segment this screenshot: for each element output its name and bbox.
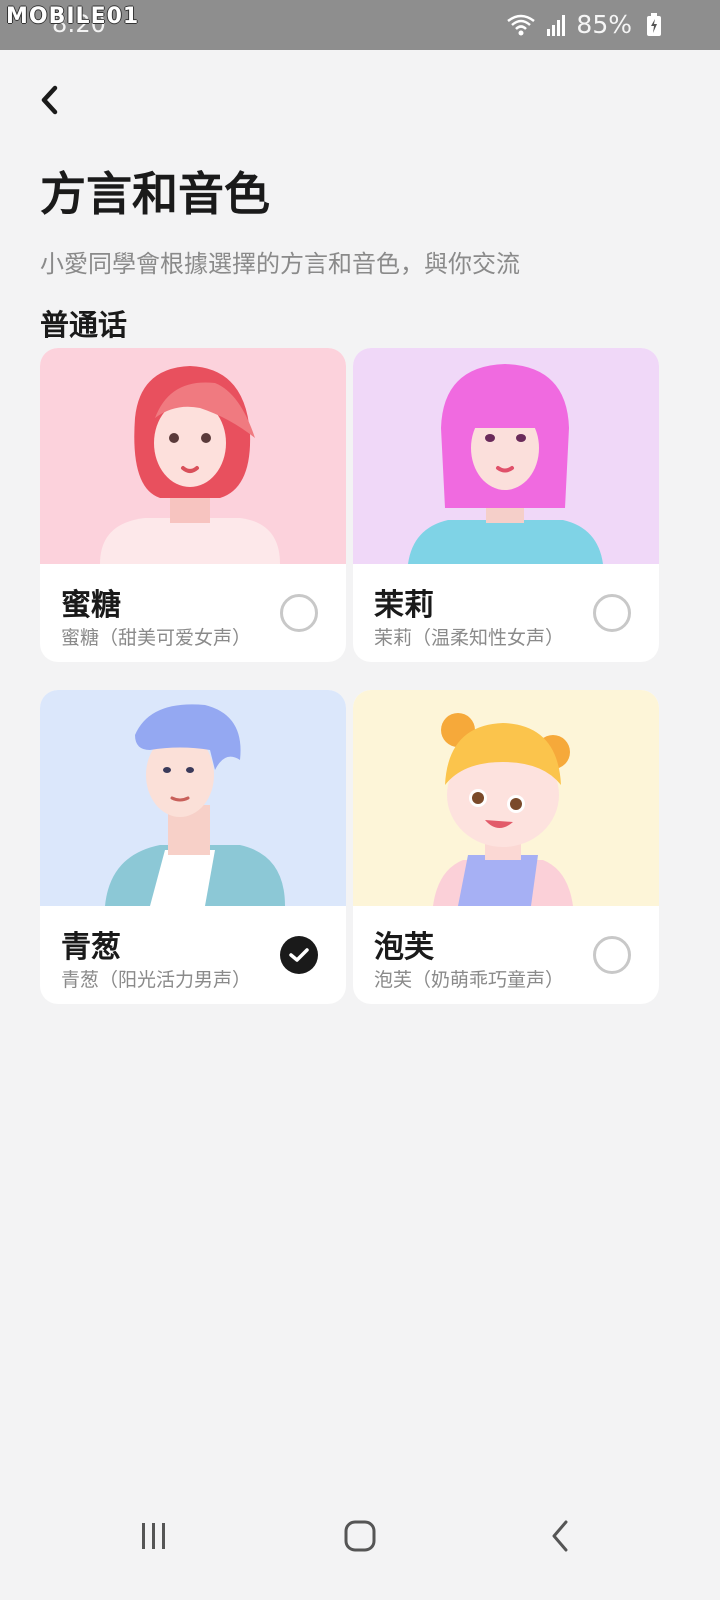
- back-button[interactable]: [30, 80, 70, 120]
- home-button[interactable]: [330, 1511, 390, 1561]
- voice-avatar-image: [353, 690, 659, 906]
- voice-card-moli[interactable]: 茉莉 茉莉（温柔知性女声）: [353, 348, 659, 662]
- voice-card-paofu[interactable]: 泡芙 泡芙（奶萌乖巧童声）: [353, 690, 659, 1004]
- wifi-icon: [507, 14, 536, 35]
- battery-percent: 85%: [576, 10, 632, 39]
- checkmark-icon: [289, 948, 309, 962]
- chevron-left-icon: [41, 85, 58, 115]
- voice-name: 泡芙: [374, 930, 434, 965]
- page-subtitle: 小愛同學會根據選擇的方言和音色，與你交流: [40, 250, 520, 278]
- voice-description: 蜜糖（甜美可爱女声）: [61, 627, 252, 649]
- voice-description: 泡芙（奶萌乖巧童声）: [374, 969, 565, 991]
- battery-charging-icon: [647, 12, 661, 36]
- status-icons: 85%: [506, 10, 662, 39]
- voice-description: 青葱（阳光活力男声）: [61, 969, 252, 991]
- recent-apps-button[interactable]: [124, 1511, 184, 1561]
- voice-avatar-image: [40, 348, 346, 564]
- watermark-logo: MOBILE01: [6, 4, 140, 29]
- voice-card-mitang[interactable]: 蜜糖 蜜糖（甜美可爱女声）: [40, 348, 346, 662]
- nav-back-button[interactable]: [530, 1511, 590, 1561]
- signal-icon: [547, 14, 566, 36]
- radio-button[interactable]: [593, 594, 631, 632]
- voice-card-qingcong[interactable]: 青葱 青葱（阳光活力男声）: [40, 690, 346, 1004]
- page-title: 方言和音色: [40, 167, 270, 221]
- back-icon: [552, 1520, 568, 1552]
- voice-name: 青葱: [61, 930, 121, 965]
- voice-avatar-image: [353, 348, 659, 564]
- voice-description: 茉莉（温柔知性女声）: [374, 627, 565, 649]
- section-title: 普通话: [40, 308, 128, 342]
- navigation-bar: [0, 1475, 720, 1600]
- status-bar: 8:20 MOBILE01 85%: [0, 0, 720, 50]
- voice-name: 蜜糖: [61, 588, 121, 623]
- radio-button[interactable]: [593, 936, 631, 974]
- radio-button-selected[interactable]: [280, 936, 318, 974]
- radio-button[interactable]: [280, 594, 318, 632]
- voice-name: 茉莉: [374, 588, 434, 623]
- home-icon: [344, 1520, 376, 1552]
- recent-apps-icon: [142, 1523, 165, 1549]
- voice-avatar-image: [40, 690, 346, 906]
